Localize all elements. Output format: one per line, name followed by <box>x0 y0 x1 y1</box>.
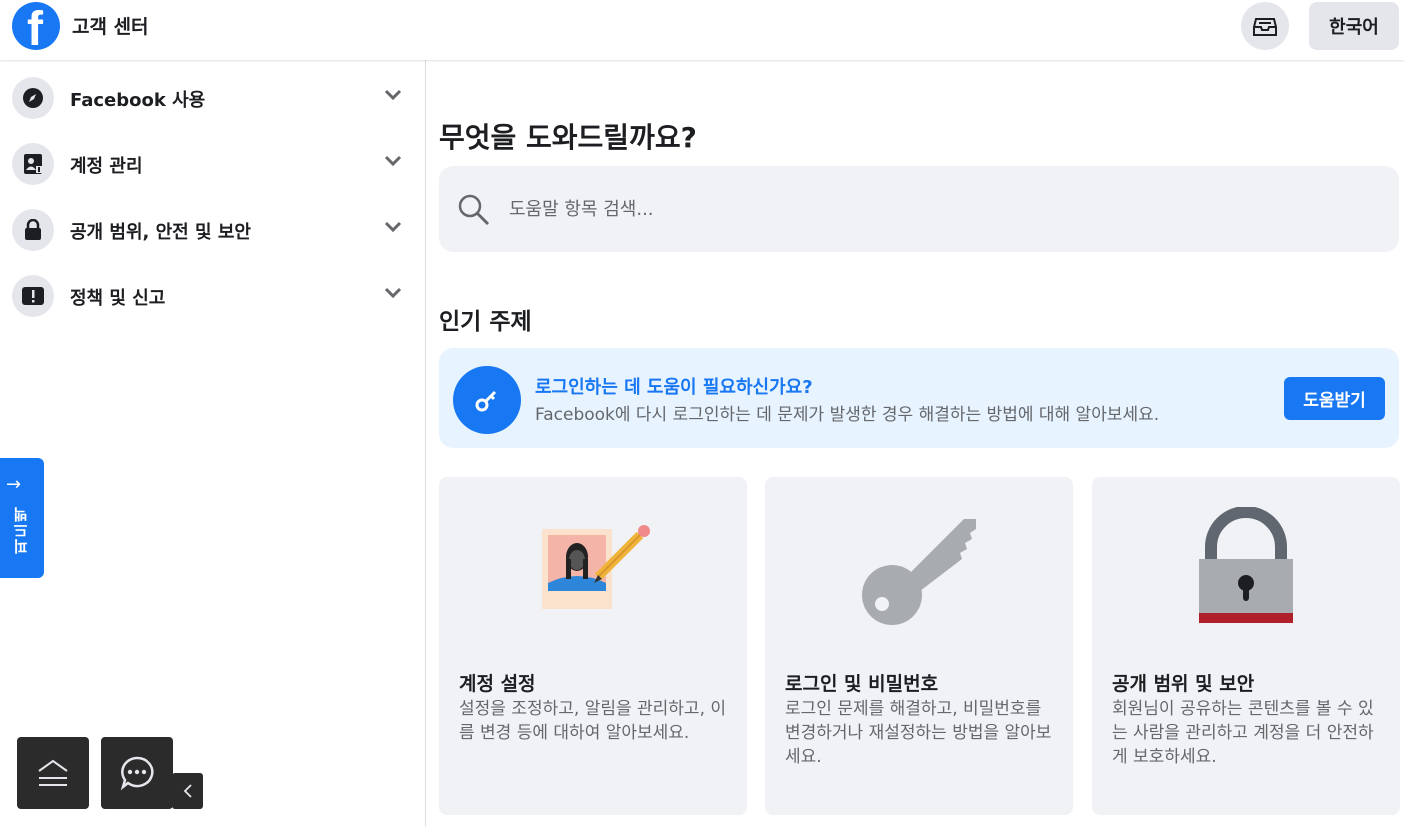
profile-card-icon <box>12 143 54 185</box>
chevron-down-icon <box>384 155 402 167</box>
inbox-icon <box>1253 18 1277 36</box>
search-icon <box>458 194 490 226</box>
card-description: 설정을 조정하고, 알림을 관리하고, 이름 변경 등에 대하여 알아보세요. <box>459 699 727 743</box>
feedback-tab[interactable]: → 피드백 <box>0 458 44 578</box>
eject-icon <box>38 759 68 786</box>
chat-bubble-icon <box>120 756 154 791</box>
chevron-down-icon <box>384 221 402 233</box>
compass-icon <box>12 77 54 119</box>
lock-icon <box>12 209 54 251</box>
chevron-down-icon <box>384 287 402 299</box>
sidebar-item-policies-reporting[interactable]: 정책 및 신고 <box>0 261 425 327</box>
facebook-logo[interactable]: f <box>12 2 60 50</box>
sidebar-item-using-facebook[interactable]: Facebook 사용 <box>0 63 425 129</box>
scroll-top-button[interactable] <box>17 737 89 809</box>
language-selector[interactable]: 한국어 <box>1309 2 1399 50</box>
help-center-title[interactable]: 고객 센터 <box>72 12 149 39</box>
chevron-down-icon <box>384 89 402 101</box>
alert-icon <box>12 275 54 317</box>
topic-card-privacy-security[interactable]: 공개 범위 및 보안 회원님이 공유하는 콘텐츠를 볼 수 있는 사람을 관리하… <box>1092 477 1400 815</box>
search-box[interactable] <box>439 166 1399 252</box>
sidebar-item-privacy-safety-security[interactable]: 공개 범위, 안전 및 보안 <box>0 195 425 261</box>
login-help-banner: 로그인하는 데 도움이 필요하신가요? Facebook에 다시 로그인하는 데… <box>439 348 1399 448</box>
facebook-logo-letter: f <box>27 3 43 51</box>
inbox-button[interactable] <box>1241 2 1289 50</box>
sidebar-item-label: Facebook 사용 <box>70 90 206 111</box>
banner-description: Facebook에 다시 로그인하는 데 문제가 발생한 경우 해결하는 방법에… <box>535 405 1160 425</box>
card-description: 회원님이 공유하는 콘텐츠를 볼 수 있는 사람을 관리하고 계정을 더 안전하… <box>1112 699 1374 767</box>
sidebar-item-label: 계정 관리 <box>70 156 143 177</box>
sidebar-item-account-management[interactable]: 계정 관리 <box>0 129 425 195</box>
padlock-icon <box>1199 507 1293 623</box>
banner-title[interactable]: 로그인하는 데 도움이 필요하신가요? <box>535 373 813 399</box>
topic-card-account-settings[interactable]: 계정 설정 설정을 조정하고, 알림을 관리하고, 이름 변경 등에 대하여 알… <box>439 477 747 815</box>
sidebar-item-label: 정책 및 신고 <box>70 288 166 309</box>
chevron-left-icon <box>183 784 192 798</box>
key-icon <box>862 519 976 625</box>
top-header: f 고객 센터 한국어 <box>0 0 1404 60</box>
card-title: 로그인 및 비밀번호 <box>785 673 939 695</box>
topic-card-login-password[interactable]: 로그인 및 비밀번호 로그인 문제를 해결하고, 비밀번호를 변경하거나 재설정… <box>765 477 1073 815</box>
collapse-button[interactable] <box>172 773 203 809</box>
card-description: 로그인 문제를 해결하고, 비밀번호를 변경하거나 재설정하는 방법을 알아보세… <box>785 699 1052 767</box>
profile-photo-pencil-icon <box>542 525 650 609</box>
get-help-button[interactable]: 도움받기 <box>1284 377 1385 420</box>
search-input[interactable] <box>509 194 1369 224</box>
sidebar-item-label: 공개 범위, 안전 및 보안 <box>70 222 251 243</box>
chat-button[interactable] <box>101 737 173 809</box>
card-title: 공개 범위 및 보안 <box>1112 673 1255 695</box>
popular-topics-heading: 인기 주제 <box>439 309 532 335</box>
arrow-right-icon: → <box>6 474 22 495</box>
feedback-label: 피드백 <box>12 506 30 554</box>
sidebar: Facebook 사용 계정 관리 공개 범위, 안전 및 보안 정책 및 신고 <box>0 60 426 826</box>
card-title: 계정 설정 <box>459 673 536 695</box>
key-icon <box>453 366 521 434</box>
page-title: 무엇을 도와드릴까요? <box>439 121 697 154</box>
